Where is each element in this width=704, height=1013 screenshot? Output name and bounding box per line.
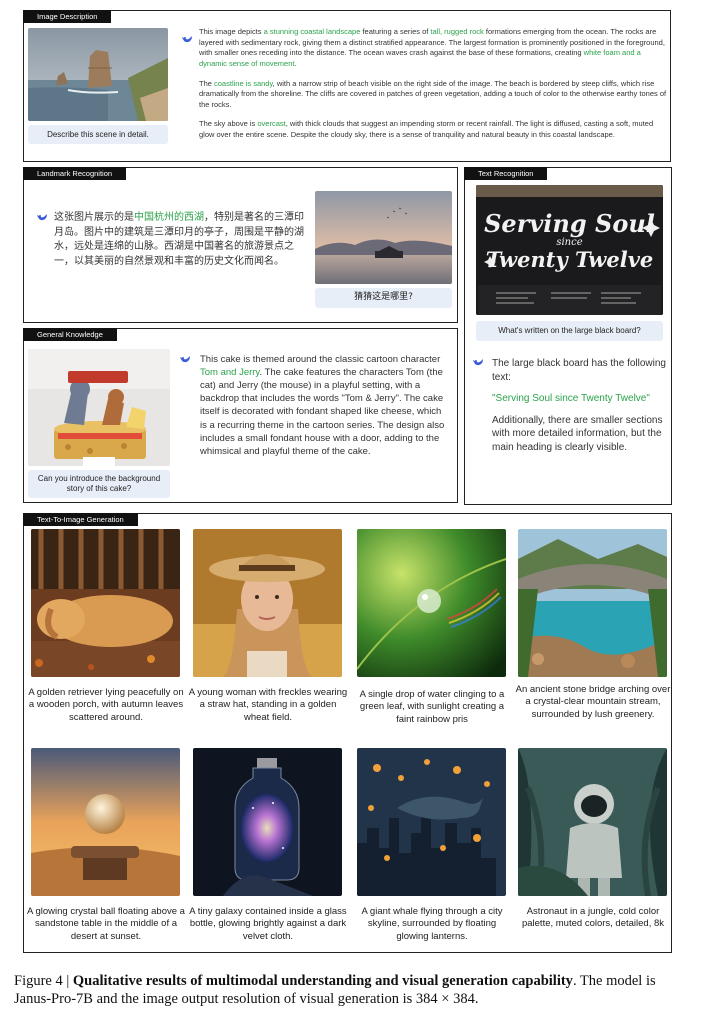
image-description-tag: Image Description (23, 10, 112, 23)
sign-heading-line3: Twenty Twelve (485, 247, 654, 272)
cake-photo (28, 349, 170, 466)
text-recognition-panel: Text Recognition Serving Soul since Twen… (464, 167, 672, 505)
image-description-answer: This image depicts a stunning coastal la… (199, 27, 667, 141)
answer-intro: The large black board has the following … (492, 358, 666, 383)
answer-paragraph-1: This image depicts a stunning coastal la… (199, 27, 665, 68)
t2i-caption-3: A single drop of water clinging to a gre… (359, 689, 505, 725)
landmark-answer: 这张图片展示的是中国杭州的西湖，特别是著名的三潭印月岛。图片中的建筑是三潭印月的… (54, 212, 304, 267)
t2i-panel: Text-To-Image Generation A golden retrie… (23, 513, 672, 953)
text-recognition-tag: Text Recognition (464, 167, 548, 180)
assistant-icon (36, 213, 48, 222)
assistant-icon (179, 355, 191, 364)
t2i-caption-6: A tiny galaxy contained inside a glass b… (189, 906, 347, 942)
landmark-panel: Landmark Recognition 这张图片展示的是中国杭州的西湖，特别是… (23, 167, 458, 323)
blackboard-photo: Serving Soul since Twenty Twelve (476, 185, 663, 315)
assistant-icon (472, 358, 484, 367)
t2i-caption-8: Astronaut in a jungle, cold color palett… (521, 906, 665, 930)
general-knowledge-tag: General Knowledge (23, 328, 117, 341)
general-knowledge-question: Can you introduce the background story o… (28, 470, 170, 498)
crystal-ball-image (31, 748, 180, 896)
water-drop-image (357, 529, 506, 677)
text-recognition-question: What's written on the large black board? (476, 321, 663, 341)
whale-city-image (357, 748, 506, 896)
t2i-tag: Text-To-Image Generation (23, 513, 138, 526)
answer-extra: Additionally, there are smaller sections… (492, 414, 663, 453)
coastal-photo (28, 28, 168, 121)
t2i-caption-4: An ancient stone bridge arching over a c… (515, 684, 671, 720)
galaxy-bottle-image (193, 748, 342, 896)
landmark-tag: Landmark Recognition (23, 167, 127, 180)
answer-quote: "Serving Soul since Twenty Twelve" (492, 393, 650, 404)
figure-caption: Figure 4 | Qualitative results of multim… (14, 972, 694, 1008)
landmark-question: 猜猜这是哪里? (315, 288, 452, 308)
image-description-panel: Image Description Describe this scene in… (23, 10, 671, 162)
stone-bridge-image (518, 529, 667, 677)
sign-heading-line1: Serving Soul (484, 209, 655, 238)
text-recognition-answer: The large black board has the following … (492, 357, 667, 454)
woman-image (193, 529, 342, 677)
figure-caption-bold: Qualitative results of multimodal unders… (72, 973, 573, 989)
assistant-icon (181, 35, 193, 44)
t2i-caption-5: A glowing crystal ball floating above a … (27, 906, 185, 942)
answer-paragraph-2: The coastline is sandy, with a narrow st… (199, 78, 667, 109)
figure-label: Figure 4 | (14, 973, 73, 989)
astronaut-image (518, 748, 667, 896)
general-knowledge-panel: General Knowledge Can you introduce the … (23, 328, 458, 503)
west-lake-photo (315, 191, 452, 284)
t2i-caption-7: A giant whale flying through a city skyl… (361, 906, 503, 942)
t2i-caption-1: A golden retriever lying peacefully on a… (28, 687, 184, 723)
general-knowledge-answer: This cake is themed around the classic c… (200, 354, 445, 457)
t2i-caption-2: A young woman with freckles wearing a st… (188, 687, 348, 723)
image-description-question: Describe this scene in detail. (28, 125, 168, 144)
answer-paragraph-3: The sky above is overcast, with thick cl… (199, 119, 654, 140)
dog-image (31, 529, 180, 677)
